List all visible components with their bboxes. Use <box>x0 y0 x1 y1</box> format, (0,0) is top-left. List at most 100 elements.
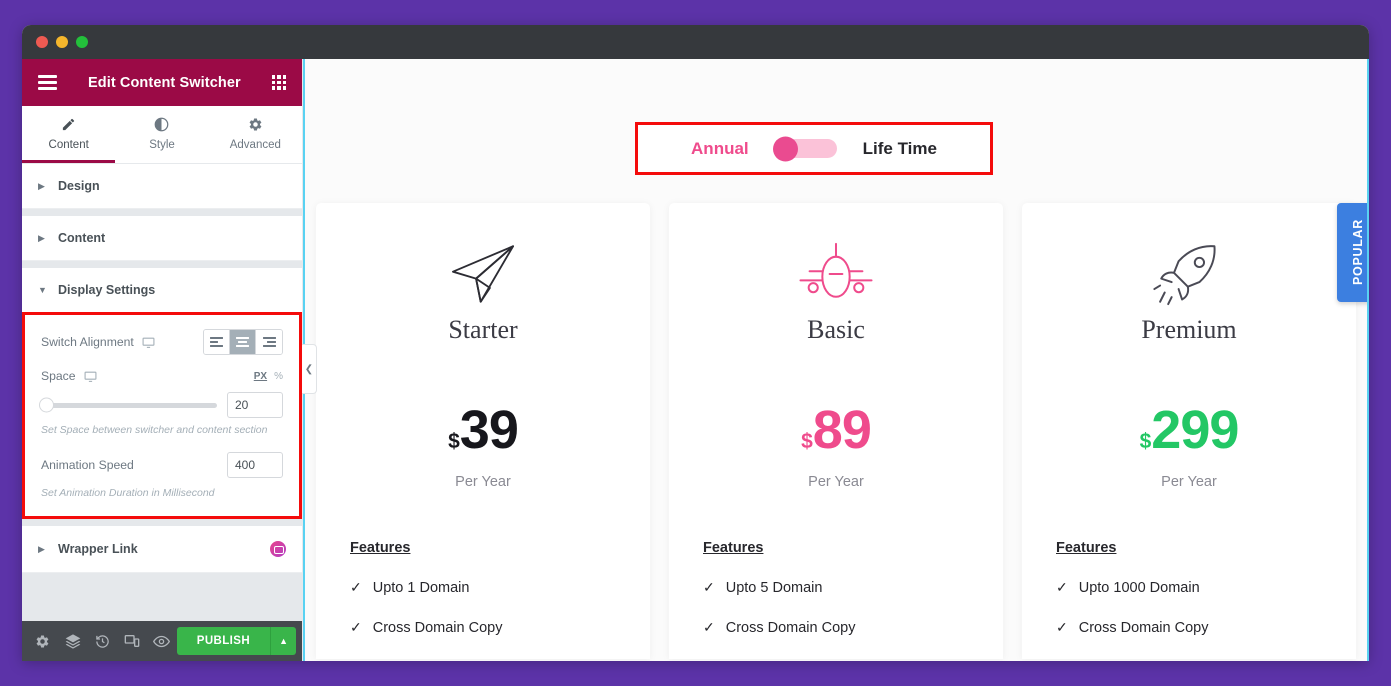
align-left-button[interactable] <box>204 330 230 354</box>
panel-collapse-handle[interactable]: ❮ <box>302 344 317 394</box>
feature-label: Cross Domain Copy <box>1078 619 1209 636</box>
plan-name: Starter <box>448 315 518 344</box>
chevron-right-icon: ▶ <box>38 180 45 191</box>
editor-canvas: Annual Life Time Starter $ 39 Per Year F… <box>303 59 1369 661</box>
section-content[interactable]: ▶ Content <box>22 216 302 261</box>
editor-body: Edit Content Switcher Content Style Adva… <box>22 59 1369 661</box>
features-title: Features <box>1056 540 1117 556</box>
space-slider-handle[interactable] <box>39 397 54 413</box>
check-icon: ✓ <box>703 619 715 635</box>
feature-item: ✓ Upto 1000 Domain <box>1056 579 1322 596</box>
publish-button[interactable]: PUBLISH <box>176 627 271 655</box>
plan-price: $ 89 <box>703 403 969 457</box>
pencil-icon <box>22 117 115 136</box>
unit-px-button[interactable]: PX <box>254 371 267 382</box>
tab-content[interactable]: Content <box>22 106 116 163</box>
switcher-label-annual[interactable]: Annual <box>691 139 749 159</box>
switcher-toggle-knob[interactable] <box>772 136 798 161</box>
feature-label: Upto 5 Domain <box>725 579 823 596</box>
chevron-down-icon: ▼ <box>38 285 47 295</box>
chevron-right-icon: ▶ <box>38 543 45 554</box>
paper-plane-icon <box>350 235 616 313</box>
preview-eye-icon[interactable] <box>147 621 177 661</box>
space-label: Space <box>41 369 76 383</box>
alignment-button-group <box>203 329 283 355</box>
space-hint: Set Space between switcher and content s… <box>41 424 268 436</box>
check-icon: ✓ <box>1056 619 1068 635</box>
section-design-label: Design <box>58 179 100 193</box>
price-period: Per Year <box>455 474 511 490</box>
feature-label: Cross Domain Copy <box>725 619 856 636</box>
space-slider[interactable] <box>39 397 217 413</box>
contrast-circle-icon <box>115 117 208 136</box>
switcher-toggle[interactable] <box>772 136 837 161</box>
currency-symbol: $ <box>448 430 460 453</box>
feature-item: ✓ Cross Domain Copy <box>1056 619 1322 636</box>
space-control-header: Space PX % <box>41 369 283 383</box>
close-window-button[interactable] <box>36 36 48 48</box>
gear-icon <box>209 117 302 136</box>
panel-header: Edit Content Switcher <box>22 59 302 106</box>
align-right-button[interactable] <box>256 330 282 354</box>
plan-name: Premium <box>1141 315 1237 344</box>
responsive-mode-icon[interactable] <box>117 621 147 661</box>
popular-badge-label: POPULAR <box>1350 219 1365 286</box>
pricing-card-premium[interactable]: POPULAR Premium $ 299 Per Year Features … <box>1022 203 1367 659</box>
check-icon: ✓ <box>350 619 362 635</box>
feature-label: Upto 1 Domain <box>372 579 470 596</box>
section-display-settings-label: Display Settings <box>58 283 156 297</box>
feature-item: ✓ Upto 5 Domain <box>703 579 969 596</box>
section-design[interactable]: ▶ Design <box>22 164 302 209</box>
plan-price: $ 299 <box>1056 403 1322 457</box>
animation-speed-label: Animation Speed <box>41 457 134 472</box>
feature-item: ✓ Cross Domain Copy <box>350 619 616 636</box>
desktop-icon[interactable] <box>84 370 97 383</box>
section-wrapper-link[interactable]: ▶ Wrapper Link <box>22 526 302 574</box>
publish-options-caret[interactable]: ▲ <box>270 627 297 655</box>
panel-footer: PUBLISH ▲ <box>22 621 302 661</box>
minimize-window-button[interactable] <box>56 36 68 48</box>
pricing-card-starter[interactable]: Starter $ 39 Per Year Features ✓ Upto 1 … <box>316 203 650 659</box>
feature-label: Upto 1000 Domain <box>1078 579 1200 596</box>
tab-advanced[interactable]: Advanced <box>209 106 302 163</box>
switcher-label-lifetime[interactable]: Life Time <box>863 139 937 159</box>
maximize-window-button[interactable] <box>76 36 88 48</box>
animation-speed-input[interactable] <box>227 451 283 478</box>
history-icon[interactable] <box>88 621 118 661</box>
chevron-right-icon: ▶ <box>38 232 45 243</box>
plan-name: Basic <box>807 315 865 344</box>
desktop-icon[interactable] <box>142 336 155 349</box>
gear-icon[interactable] <box>28 621 58 661</box>
apps-grid-icon[interactable] <box>271 75 286 90</box>
currency-symbol: $ <box>1139 430 1152 453</box>
layers-icon[interactable] <box>58 621 88 661</box>
content-switcher-widget[interactable]: Annual Life Time <box>635 122 993 175</box>
align-center-button[interactable] <box>230 330 256 354</box>
status-badge: POPULAR <box>1337 203 1367 302</box>
unit-percent-button[interactable]: % <box>274 371 283 382</box>
feature-item: ✓ Cross Domain Copy <box>703 619 969 636</box>
tab-style[interactable]: Style <box>115 106 208 163</box>
pricing-cards: Starter $ 39 Per Year Features ✓ Upto 1 … <box>305 203 1367 659</box>
airplane-icon <box>703 235 969 313</box>
feature-label: Cross Domain Copy <box>372 619 503 636</box>
currency-symbol: $ <box>801 430 813 453</box>
section-display-settings[interactable]: ▼ Display Settings <box>22 268 302 312</box>
price-amount: 89 <box>812 400 872 460</box>
space-unit-switcher: PX % <box>254 371 283 382</box>
feature-item: ✓ Upto 1 Domain <box>350 579 616 596</box>
hamburger-menu-icon[interactable] <box>38 75 57 90</box>
animation-speed-control: Animation Speed <box>41 451 283 478</box>
browser-window: Edit Content Switcher Content Style Adva… <box>22 25 1369 661</box>
publish-group: PUBLISH ▲ <box>176 627 297 655</box>
check-icon: ✓ <box>1056 579 1068 595</box>
switch-alignment-control: Switch Alignment <box>41 329 283 355</box>
animation-speed-hint: Set Animation Duration in Millisecond <box>41 486 215 499</box>
price-amount: 299 <box>1151 400 1239 460</box>
price-period: Per Year <box>1161 474 1217 490</box>
pricing-card-basic[interactable]: Basic $ 89 Per Year Features ✓ Upto 5 Do… <box>669 203 1003 659</box>
features-title: Features <box>350 540 411 556</box>
tab-content-label: Content <box>48 139 89 151</box>
window-titlebar <box>22 25 1369 59</box>
space-value-input[interactable] <box>227 392 283 418</box>
